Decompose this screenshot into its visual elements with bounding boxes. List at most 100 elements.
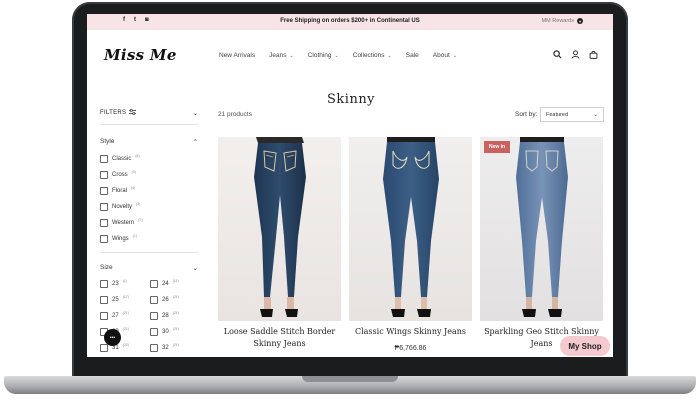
checkbox[interactable] <box>100 155 108 163</box>
page-title: Skinny <box>327 92 376 107</box>
checkbox[interactable] <box>100 187 108 195</box>
option-label: Floral <box>112 188 128 194</box>
option-label: 28 <box>162 313 169 319</box>
filter-option-wings[interactable]: Wings (1) <box>100 234 137 243</box>
checkbox[interactable] <box>150 344 158 352</box>
option-count: (8) <box>135 154 140 158</box>
filter-option-size-24[interactable]: 24 (11) <box>150 279 179 288</box>
rewards-icon: ✦ <box>577 18 583 24</box>
sort-select[interactable]: Featured ⌄ <box>540 107 604 122</box>
option-label: Western <box>112 220 135 226</box>
search-icon[interactable] <box>552 49 562 59</box>
divider <box>100 124 198 125</box>
product-image[interactable] <box>349 137 472 321</box>
option-count: (21) <box>122 311 129 315</box>
nav-label: Clothing <box>307 52 332 59</box>
filter-option-size-27[interactable]: 27 (21) <box>100 311 129 320</box>
chevron-down-icon: ⌄ <box>192 265 198 272</box>
option-label: 25 <box>112 297 119 303</box>
checkbox[interactable] <box>100 203 108 211</box>
checkbox[interactable] <box>100 219 108 227</box>
main-nav: New Arrivals Jeans ⌄ Clothing ⌄ Collection… <box>219 52 457 59</box>
product-title[interactable]: Classic Wings Skinny Jeans <box>349 326 472 338</box>
product-price: ₱6,766.86 <box>394 345 427 352</box>
logo[interactable]: Miss Me <box>104 46 177 64</box>
chevron-down-icon: ⌄ <box>593 111 598 118</box>
nav-label: New Arrivals <box>219 52 256 59</box>
option-count: (21) <box>172 311 179 315</box>
option-count: (20) <box>122 343 129 347</box>
option-label: 27 <box>112 313 119 319</box>
product-title[interactable]: Loose Saddle Stitch Border Skinny Jeans <box>218 326 341 350</box>
chevron-up-icon: ⌃ <box>192 139 198 146</box>
account-icon[interactable] <box>570 49 580 59</box>
nav-label: About <box>432 52 450 59</box>
filter-option-size-23[interactable]: 23 (1) <box>100 279 127 288</box>
style-filter-toggle[interactable]: Style ⌃ <box>100 138 198 146</box>
option-label: 26 <box>162 297 169 303</box>
checkbox[interactable] <box>100 312 108 320</box>
product-image[interactable] <box>218 137 341 321</box>
my-shop-button[interactable]: My Shop <box>560 336 610 356</box>
divider <box>100 252 198 253</box>
nav-clothing[interactable]: Clothing ⌄ <box>308 52 339 59</box>
chevron-down-icon: ⌄ <box>334 52 339 59</box>
filters-toggle[interactable]: FILTERS ⌄ <box>100 109 198 117</box>
filter-option-size-32[interactable]: 32 (21) <box>150 343 179 352</box>
option-label: 24 <box>162 281 169 287</box>
checkbox[interactable] <box>100 344 108 352</box>
option-count: (21) <box>172 295 179 299</box>
checkbox[interactable] <box>100 235 108 243</box>
laptop-notch <box>302 376 398 382</box>
filter-option-size-28[interactable]: 28 (21) <box>150 311 179 320</box>
checkbox[interactable] <box>150 280 158 288</box>
option-count: (3) <box>136 202 141 206</box>
rewards-link[interactable]: MM Rewards ✦ <box>542 18 583 24</box>
checkbox[interactable] <box>150 312 158 320</box>
size-filter-title: Size <box>100 264 113 271</box>
option-count: (1) <box>132 234 137 238</box>
filter-option-size-25[interactable]: 25 (17) <box>100 295 129 304</box>
filters-label: FILTERS <box>100 110 127 116</box>
option-count: (11) <box>172 279 179 283</box>
filter-option-cross[interactable]: Cross (3) <box>100 170 136 179</box>
announcement-bar: f t ◙ Free Shipping on orders $200+ in C… <box>87 14 613 30</box>
chevron-down-icon: ⌄ <box>387 52 392 59</box>
nav-about[interactable]: About ⌄ <box>433 52 457 59</box>
nav-collections[interactable]: Collections ⌄ <box>353 52 392 59</box>
cart-icon[interactable] <box>588 49 598 59</box>
nav-label: Jeans <box>269 52 287 59</box>
filter-option-novelty[interactable]: Novelty (3) <box>100 202 141 211</box>
filter-option-floral[interactable]: Floral (4) <box>100 186 135 195</box>
header-icons <box>552 49 598 59</box>
nav-sale[interactable]: Sale <box>406 52 419 59</box>
checkbox[interactable] <box>150 296 158 304</box>
rewards-label: MM Rewards <box>541 18 574 24</box>
nav-new-arrivals[interactable]: New Arrivals <box>219 52 255 59</box>
filter-option-western[interactable]: Western (2) <box>100 218 143 227</box>
chevron-down-icon: ⌄ <box>192 110 198 117</box>
chat-icon: ••• <box>109 334 116 341</box>
option-count: (3) <box>131 170 136 174</box>
chat-button[interactable]: ••• <box>104 329 121 346</box>
checkbox[interactable] <box>150 328 158 336</box>
sort-value: Featured <box>546 111 569 118</box>
nav-jeans[interactable]: Jeans ⌄ <box>269 52 294 59</box>
product-image[interactable]: New in <box>480 137 603 321</box>
size-filter-toggle[interactable]: Size ⌄ <box>100 264 198 272</box>
filter-option-size-30[interactable]: 30 (21) <box>150 327 179 336</box>
checkbox[interactable] <box>100 280 108 288</box>
chevron-down-icon: ⌄ <box>452 52 457 59</box>
option-count: (21) <box>172 327 179 331</box>
option-count: (2) <box>138 218 143 222</box>
nav-label: Sale <box>405 52 419 59</box>
option-count: (21) <box>122 327 129 331</box>
option-label: 32 <box>162 345 169 351</box>
checkbox[interactable] <box>100 171 108 179</box>
announcement-text: Free Shipping on orders $200+ in Contine… <box>280 18 420 24</box>
browser-screen: f t ◙ Free Shipping on orders $200+ in C… <box>87 14 613 357</box>
filter-option-size-26[interactable]: 26 (21) <box>150 295 179 304</box>
option-label: Wings <box>112 236 129 242</box>
checkbox[interactable] <box>100 296 108 304</box>
filter-option-classic[interactable]: Classic (8) <box>100 154 140 163</box>
